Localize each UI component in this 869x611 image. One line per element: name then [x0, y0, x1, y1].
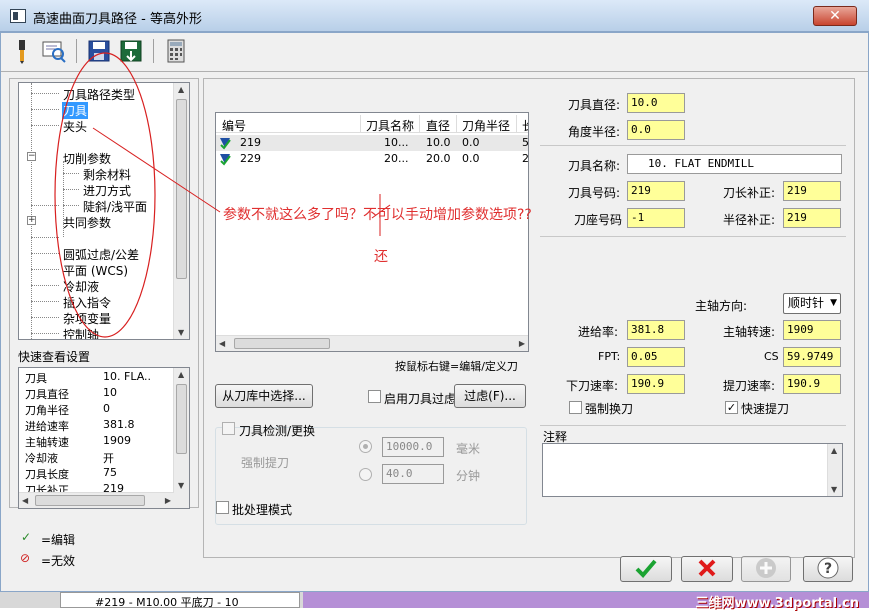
annotation-line [92, 127, 221, 213]
annotation-return: 还 [374, 249, 388, 265]
annotation-question: 参数不就这么多了吗？不可以手动增加参数选项?? [223, 207, 532, 223]
watermark: 三维网www.3dportal.cn [695, 596, 859, 611]
annotation-overlay [54, 52, 391, 338]
annotation-ellipse [54, 52, 156, 338]
taskbar: #219 - M10.00 平底刀 - 10 三维网www.3dportal.c… [0, 592, 869, 611]
taskbar-item[interactable]: #219 - M10.00 平底刀 - 10 [60, 592, 300, 609]
